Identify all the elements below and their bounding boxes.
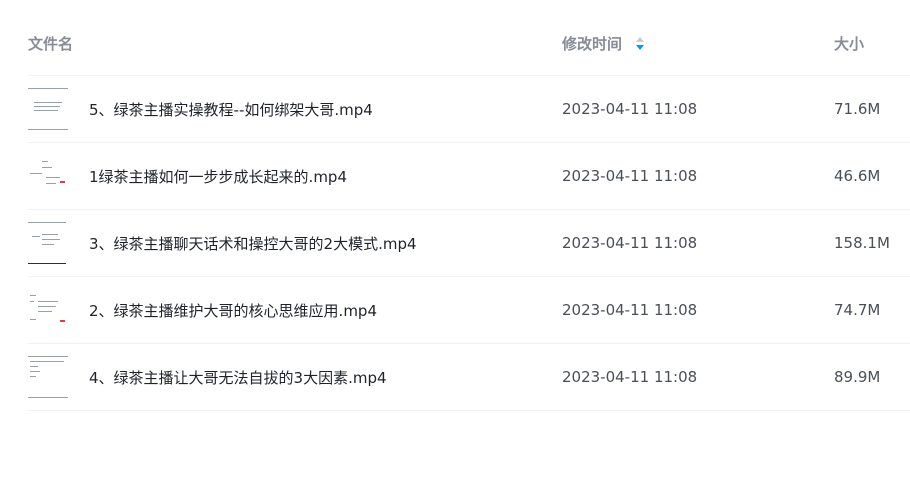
table-row[interactable]: 4、绿茶主播让大哥无法自拔的3大因素.mp4 2023-04-11 11:08 …	[28, 344, 910, 411]
file-name[interactable]: 1绿茶主播如何一步步成长起来的.mp4	[89, 166, 347, 187]
sort-icon[interactable]	[636, 36, 645, 52]
file-modified-time: 2023-04-11 11:08	[562, 100, 698, 118]
file-modified-time: 2023-04-11 11:08	[562, 301, 698, 319]
table-header: 文件名 修改时间 大小	[28, 0, 910, 76]
file-name[interactable]: 4、绿茶主播让大哥无法自拔的3大因素.mp4	[89, 367, 387, 388]
video-thumbnail[interactable]	[28, 289, 68, 331]
file-size: 158.1M	[834, 234, 890, 252]
file-size: 74.7M	[834, 301, 881, 319]
table-row[interactable]: 2、绿茶主播维护大哥的核心思维应用.mp4 2023-04-11 11:08 7…	[28, 277, 910, 344]
column-header-modified-time[interactable]: 修改时间	[562, 33, 645, 54]
video-thumbnail[interactable]	[28, 222, 68, 264]
sort-descending-icon	[636, 44, 645, 50]
file-size: 89.9M	[834, 368, 881, 386]
column-header-size[interactable]: 大小	[834, 33, 864, 54]
table-row[interactable]: 3、绿茶主播聊天话术和操控大哥的2大模式.mp4 2023-04-11 11:0…	[28, 210, 910, 277]
table-row[interactable]: 5、绿茶主播实操教程--如何绑架大哥.mp4 2023-04-11 11:08 …	[28, 76, 910, 143]
column-header-filename[interactable]: 文件名	[28, 33, 73, 54]
video-thumbnail[interactable]	[28, 356, 68, 398]
video-thumbnail[interactable]	[28, 88, 68, 130]
video-thumbnail[interactable]	[28, 155, 68, 197]
column-header-modified-time-label: 修改时间	[562, 35, 623, 53]
sort-ascending-icon	[636, 36, 645, 42]
file-size: 71.6M	[834, 100, 881, 118]
file-name[interactable]: 3、绿茶主播聊天话术和操控大哥的2大模式.mp4	[89, 233, 417, 254]
file-modified-time: 2023-04-11 11:08	[562, 368, 698, 386]
file-modified-time: 2023-04-11 11:08	[562, 234, 698, 252]
file-size: 46.6M	[834, 167, 881, 185]
file-name[interactable]: 5、绿茶主播实操教程--如何绑架大哥.mp4	[89, 99, 373, 120]
table-row[interactable]: 1绿茶主播如何一步步成长起来的.mp4 2023-04-11 11:08 46.…	[28, 143, 910, 210]
file-list-table: 文件名 修改时间 大小 5、绿茶主播实操教程--如何绑架大哥.mp4 2023-…	[28, 0, 910, 411]
file-modified-time: 2023-04-11 11:08	[562, 167, 698, 185]
file-name[interactable]: 2、绿茶主播维护大哥的核心思维应用.mp4	[89, 300, 377, 321]
